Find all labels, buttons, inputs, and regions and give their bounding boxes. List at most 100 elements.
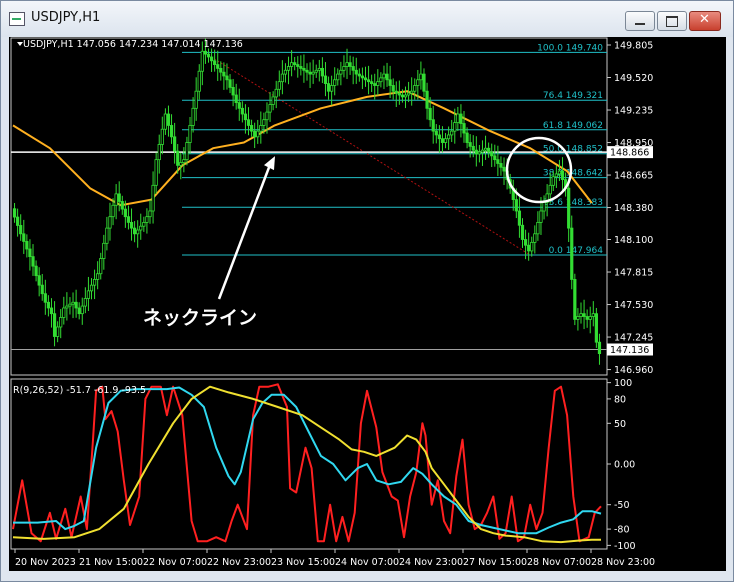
candle-body [12,208,17,218]
candle-body [453,122,457,132]
price-axis-tick-label: 147.245 [614,333,653,344]
candle-body [148,210,152,218]
candle-body [277,81,281,90]
candle-body [594,313,598,343]
candle-body [474,149,478,155]
candle-body [573,279,577,320]
candle-body [86,290,91,299]
candle-body [403,94,408,98]
candle-body [320,67,324,77]
candle-body [459,113,463,124]
candle-body [22,233,26,242]
candle-body [96,273,100,280]
candle-body [49,307,54,315]
moving-average-line [12,90,593,207]
candle-body [133,227,137,235]
candle-body [99,258,103,275]
candle-body [520,224,525,240]
candle-body [410,90,414,94]
candle-body [71,301,75,305]
candle-body [283,69,288,75]
oscillator-axis-tick-label: -50 [614,500,630,511]
candle-body [413,85,417,92]
candle-body [554,173,558,178]
candle-body [31,256,35,267]
candle-body [425,90,429,109]
candle-body [370,81,374,84]
candle-body [406,92,411,96]
candle-body [114,193,118,206]
candle-body [209,56,214,62]
price-axis-tick-label: 147.815 [614,268,653,279]
candle-body [437,134,441,140]
candle-body [305,69,309,73]
candle-body [591,313,595,317]
candle-body [440,138,445,143]
fibonacci-level-label: 100.0 149.740 [537,43,603,53]
candle-body [160,128,164,145]
candle-body [262,119,266,126]
candle-body [105,227,109,244]
candle-body [219,67,223,73]
candle-body [197,70,201,92]
candle-body [299,66,303,69]
candle-body [59,317,63,328]
candle-body [330,85,334,92]
price-axis-tick-label: 148.100 [614,235,653,246]
candle-body [34,265,38,277]
candle-body [539,210,543,223]
candle-body [145,216,149,223]
candle-body [123,208,127,218]
candle-body [523,239,528,246]
candle-body [231,86,235,96]
candle-body [360,75,365,79]
close-button[interactable] [689,11,721,31]
candle-body [265,111,269,121]
minimize-button[interactable] [625,11,655,31]
candle-body [357,73,361,77]
candle-body [373,83,377,86]
candle-body [157,144,161,161]
candle-body [268,104,272,113]
candle-body [326,83,331,92]
candle-body [228,79,232,88]
candle-body [345,62,349,67]
fibonacci-level-label: 61.8 149.062 [543,121,603,131]
candle-body [582,313,586,317]
candle-body [557,170,562,175]
chart-svg[interactable]: 100.0 149.740 76.4 149.321 61.8 149.062 50.… [9,37,726,571]
fibonacci-level-label: 0.0 147.964 [549,246,604,256]
oscillator-axis-tick-label: 50 [614,419,626,430]
oscillator-axis-tick-label: 0.00 [614,460,635,471]
price-axis-tick-label: 149.235 [614,106,653,117]
candle-body [379,77,383,83]
candle-body [314,69,318,73]
price-axis-tick-label: 149.805 [614,40,653,51]
candle-body [249,125,254,132]
title-bar[interactable]: USDJPY,H1 [1,1,733,37]
price-axis-tick-label: 146.960 [614,365,653,376]
price-axis-tick-label: 148.380 [614,203,653,214]
annotation-arrow-shaft [217,161,273,300]
candle-body [530,241,534,252]
candle-body [28,248,32,258]
candle-body [225,75,229,81]
bid-price-label: 147.136 [610,345,649,356]
candle-body [274,88,278,98]
oscillator-axis-tick-label: 80 [614,394,626,405]
candle-body [139,225,143,231]
oscillator-series-line [12,385,601,544]
time-axis-tick-label: 22 Nov 23:00 [207,557,271,568]
candle-body [533,233,537,243]
candle-body [89,284,94,292]
candle-body [286,66,291,71]
maximize-button[interactable] [657,11,687,31]
oscillator-axis-tick-label: 100 [614,378,632,389]
candle-body [296,64,300,67]
candle-body [363,77,368,81]
chart-area[interactable]: 100.0 149.740 76.4 149.321 61.8 149.062 50.… [9,37,726,571]
candle-body [443,138,448,143]
candle-body [585,316,589,320]
candle-body [560,170,565,181]
candle-body [391,85,395,92]
